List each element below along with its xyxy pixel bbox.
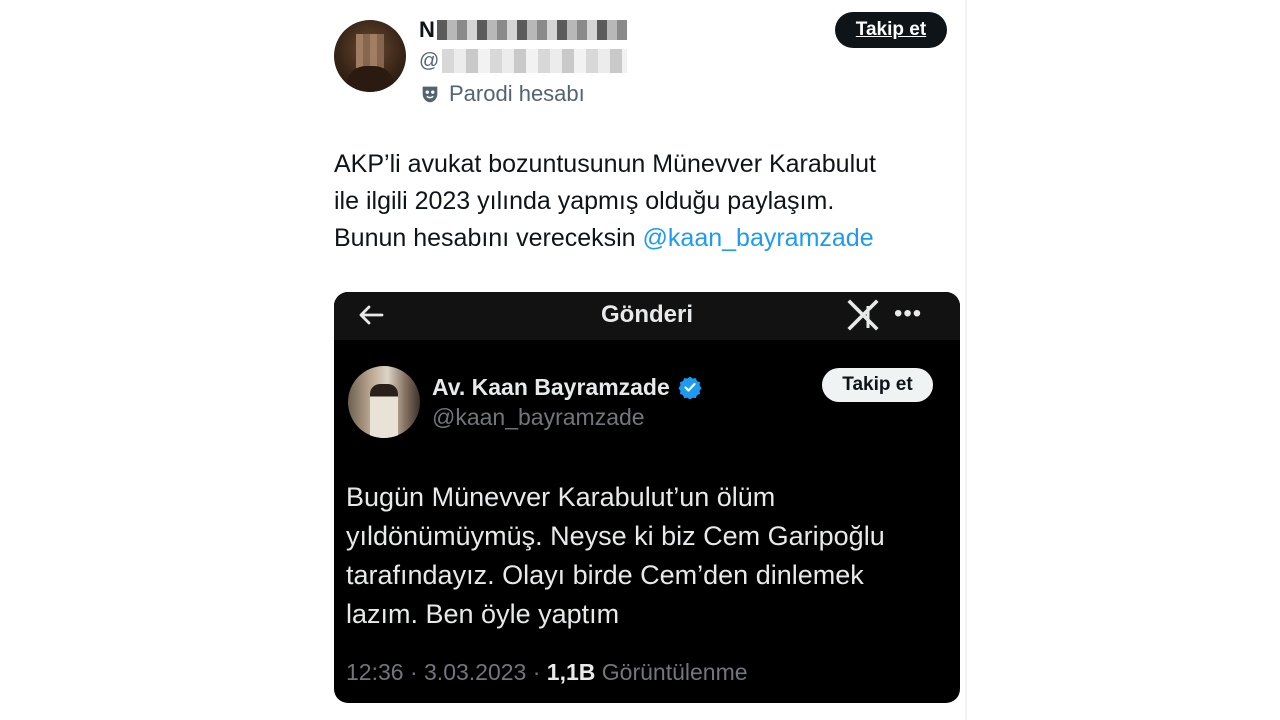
tweet-text-line: AKP’li avukat bozuntusunun Münevver Kara…: [334, 150, 876, 178]
avatar-body: [346, 66, 394, 92]
embedded-author-name[interactable]: Av. Kaan Bayramzade: [432, 374, 702, 400]
author-name-initial: N: [419, 17, 435, 42]
parody-label: Parodi hesabı: [419, 80, 585, 108]
post-date: 3.03.2023: [424, 659, 527, 685]
avatar-blurred-face: [356, 34, 384, 68]
embedded-text-line: yıldönümüymüş. Neyse ki biz Cem Garipoğl…: [346, 521, 885, 551]
mention-link[interactable]: @kaan_bayramzade: [643, 224, 874, 252]
column-divider: [965, 0, 967, 720]
x-logo-icon: [847, 299, 879, 331]
parody-text: Parodi hesabı: [449, 81, 585, 106]
tweet-text-line: ile ilgili 2023 yılında yapmış olduğu pa…: [334, 187, 835, 215]
tweet-text-line: Bunun hesabını vereceksin @kaan_bayramza…: [334, 220, 954, 257]
embedded-author-handle[interactable]: @kaan_bayramzade: [432, 404, 645, 430]
follow-button[interactable]: Takip et: [835, 12, 947, 48]
meta-separator: ·: [403, 659, 425, 685]
embedded-post-text: Bugün Münevver Karabulut’un ölüm yıldönü…: [346, 478, 946, 634]
embedded-text-line: tarafındayız. Olayı birde Cem’den dinlem…: [346, 560, 864, 590]
views-count: 1,1B: [546, 659, 596, 685]
embedded-post-meta: 12:36 · 3.03.2023 · 1,1B Görüntülenme: [346, 658, 748, 686]
views-label: Görüntülenme: [601, 659, 748, 685]
embedded-follow-button[interactable]: Takip et: [822, 368, 933, 402]
embedded-post-image[interactable]: Gönderi ••• Av. Kaan Bayramzade @kaan_ba…: [334, 292, 960, 703]
verified-icon: [678, 376, 702, 399]
tweet-text: AKP’li avukat bozuntusunun Münevver Kara…: [334, 146, 954, 257]
embedded-text-line: Bugün Münevver Karabulut’un ölüm: [346, 482, 776, 512]
author-name-blurred: [436, 20, 627, 40]
author-name[interactable]: N: [419, 17, 627, 43]
author-handle[interactable]: @: [419, 48, 628, 74]
more-icon[interactable]: •••: [894, 301, 922, 327]
embedded-author-avatar[interactable]: [348, 366, 420, 438]
author-handle-blurred: [442, 49, 628, 73]
embedded-text-line: lazım. Ben öyle yaptım: [346, 599, 620, 629]
post-time: 12:36: [346, 659, 404, 685]
parody-mask-icon: [422, 86, 438, 103]
author-avatar[interactable]: [334, 20, 406, 92]
avatar-person: [370, 384, 398, 438]
author-handle-prefix: @: [419, 50, 440, 72]
meta-separator: ·: [526, 659, 547, 685]
embedded-author-name-text: Av. Kaan Bayramzade: [432, 374, 670, 400]
tweet-text-part: Bunun hesabını vereceksin: [334, 224, 643, 252]
